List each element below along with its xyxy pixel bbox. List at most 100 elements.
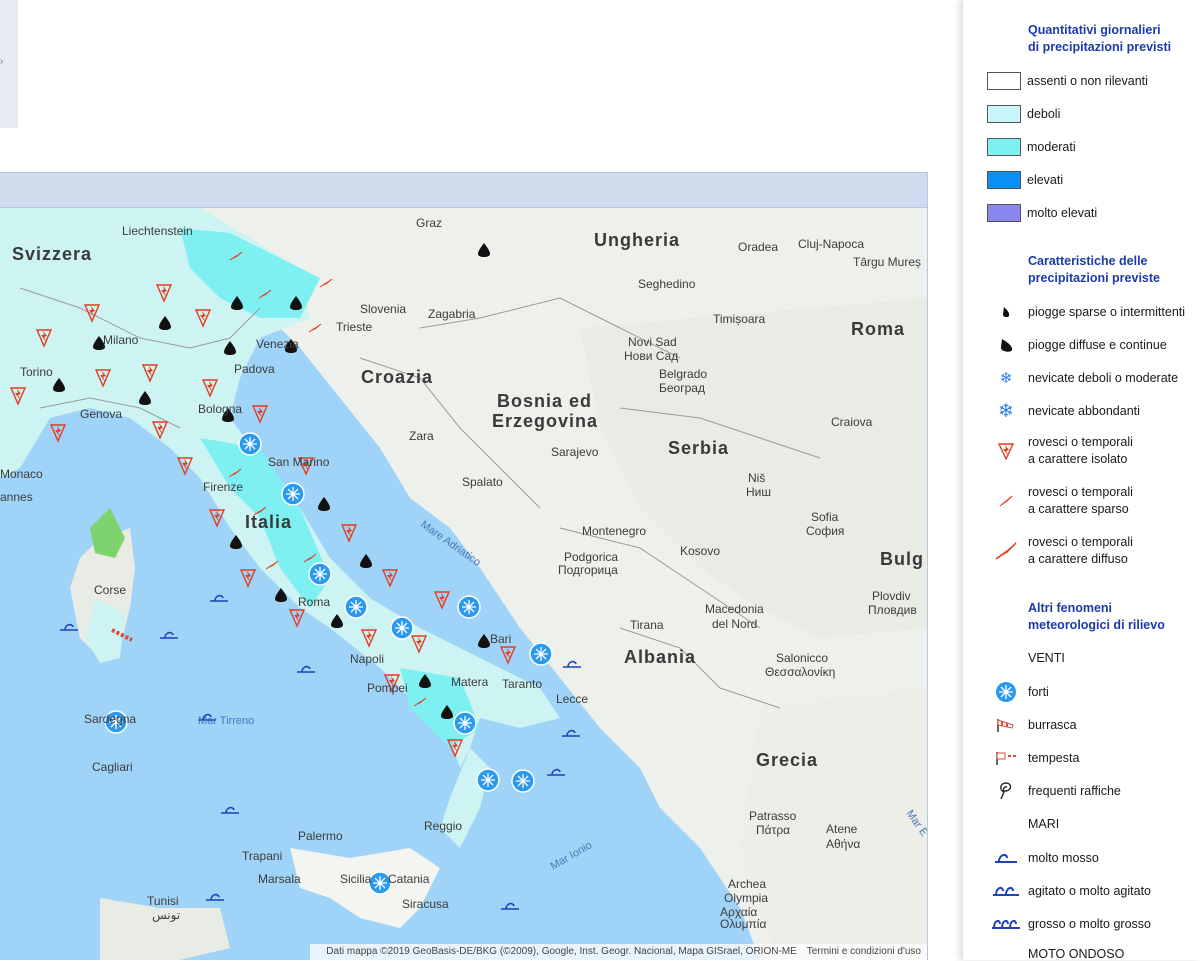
svg-text:Ολυμπία: Ολυμπία — [720, 917, 766, 931]
svg-text:Cagliari: Cagliari — [92, 760, 133, 774]
terms-link[interactable]: Termini e condizioni d'uso — [807, 946, 921, 957]
winds-item: tempesta — [991, 747, 1079, 769]
svg-text:Ungheria: Ungheria — [594, 230, 680, 250]
sea-rough-icon — [991, 847, 1021, 869]
svg-text:Roma: Roma — [851, 319, 905, 339]
svg-text:Bosnia ed: Bosnia ed — [497, 391, 592, 411]
drop-large-icon — [991, 334, 1021, 356]
svg-text:annes: annes — [0, 490, 33, 504]
chevron-left-icon[interactable]: › — [0, 56, 3, 67]
svg-text:Archea: Archea — [728, 877, 766, 891]
svg-text:Bari: Bari — [490, 632, 511, 646]
svg-text:Macedonia: Macedonia — [705, 602, 764, 616]
weather-map[interactable]: Liechtenstein Svizzera Graz Ungheria Ora… — [0, 208, 927, 960]
svg-text:Corse: Corse — [94, 583, 126, 597]
quantity-item: molto elevati — [987, 201, 1097, 225]
svg-text:Niš: Niš — [748, 471, 765, 485]
map-header-bar — [0, 173, 927, 208]
features-item: rovesci o temporali a carattere sparso — [991, 484, 1133, 518]
svg-text:تونس: تونس — [152, 908, 180, 922]
svg-text:Sarajevo: Sarajevo — [551, 445, 599, 459]
thunder-scattered-icon — [991, 490, 1021, 512]
svg-text:Svizzera: Svizzera — [12, 244, 92, 264]
svg-text:Подгорица: Подгорица — [558, 563, 618, 577]
svg-text:Kosovo: Kosovo — [680, 544, 720, 558]
svg-text:Mar Ionio: Mar Ionio — [549, 839, 595, 872]
svg-text:Πάτρα: Πάτρα — [756, 823, 790, 837]
svg-text:Craiova: Craiova — [831, 415, 873, 429]
svg-text:Atene: Atene — [826, 822, 858, 836]
quantity-item: deboli — [987, 102, 1060, 126]
color-swatch — [987, 171, 1021, 189]
features-item: ❄ nevicate deboli o moderate — [991, 367, 1178, 389]
features-item: piogge sparse o intermittenti — [991, 301, 1185, 323]
svg-text:Sardegna: Sardegna — [84, 712, 136, 726]
winds-item: burrasca — [991, 714, 1077, 736]
svg-text:Reggio: Reggio — [424, 819, 462, 833]
thunder-isolated-icon — [991, 440, 1021, 462]
sea-high-icon — [991, 913, 1021, 935]
svg-text:Roma: Roma — [298, 595, 330, 609]
map-frame: Liechtenstein Svizzera Graz Ungheria Ora… — [0, 172, 928, 960]
svg-text:Београд: Београд — [659, 381, 705, 395]
features-item: rovesci o temporali a carattere isolato — [991, 434, 1133, 468]
seas-item: molto mosso — [991, 847, 1099, 869]
features-item: rovesci o temporali a carattere diffuso — [991, 534, 1133, 568]
svg-text:Belgrado: Belgrado — [659, 367, 707, 381]
snowflake-large-icon: ❄ — [998, 400, 1014, 422]
seas-heading: MARI — [1028, 817, 1060, 831]
svg-text:Plovdiv: Plovdiv — [872, 589, 911, 603]
strong-wind-icon — [991, 681, 1021, 703]
svg-text:Sofia: Sofia — [811, 510, 839, 524]
svg-text:Siracusa: Siracusa — [402, 897, 449, 911]
svg-text:Podgorica: Podgorica — [564, 550, 618, 564]
svg-text:Lecce: Lecce — [556, 692, 588, 706]
svg-text:Нови Сад: Нови Сад — [624, 349, 678, 363]
svg-text:Palermo: Palermo — [298, 829, 343, 843]
svg-text:Trapani: Trapani — [242, 849, 282, 863]
svg-text:Padova: Padova — [234, 362, 275, 376]
features-item: ❄ nevicate abbondanti — [991, 400, 1140, 422]
svg-text:Θεσσαλονίκη: Θεσσαλονίκη — [765, 665, 835, 679]
svg-text:Grecia: Grecia — [756, 750, 818, 770]
thunder-diffuse-icon — [991, 540, 1021, 562]
attribution-text: Dati mappa ©2019 GeoBasis-DE/BKG (©2009)… — [326, 946, 797, 957]
winds-item: frequenti raffiche — [991, 780, 1121, 802]
svg-text:Salonicco: Salonicco — [776, 651, 828, 665]
svg-text:Torino: Torino — [20, 365, 53, 379]
svg-text:Αθήνα: Αθήνα — [826, 837, 860, 851]
seas-item: grosso o molto grosso — [991, 913, 1151, 935]
top-left-panel: › — [0, 0, 18, 128]
svg-text:Pompei: Pompei — [367, 681, 408, 695]
svg-text:Zagabria: Zagabria — [428, 307, 476, 321]
svg-text:Spalato: Spalato — [462, 475, 503, 489]
svg-text:Novi Sad: Novi Sad — [628, 335, 677, 349]
color-swatch — [987, 72, 1021, 90]
features-item: piogge diffuse e continue — [991, 334, 1167, 356]
svg-text:Cluj-Napoca: Cluj-Napoca — [798, 237, 864, 251]
color-swatch — [987, 105, 1021, 123]
svg-text:Mar Tirreno: Mar Tirreno — [198, 715, 254, 727]
map-canvas[interactable]: Liechtenstein Svizzera Graz Ungheria Ora… — [0, 208, 927, 960]
svg-text:Croazia: Croazia — [361, 367, 433, 387]
svg-text:Taranto: Taranto — [502, 677, 542, 691]
svg-text:San Marino: San Marino — [268, 455, 330, 469]
winds-heading: VENTI — [1028, 651, 1065, 665]
svg-text:Matera: Matera — [451, 675, 489, 689]
svg-text:Napoli: Napoli — [350, 652, 384, 666]
svg-text:Italia: Italia — [245, 512, 292, 532]
other-title: Altri fenomeni meteorologici di rilievo — [1028, 601, 1165, 632]
svg-text:Patrasso: Patrasso — [749, 809, 797, 823]
svg-text:Slovenia: Slovenia — [360, 302, 406, 316]
svg-text:Timișoara: Timișoara — [713, 312, 766, 326]
svg-text:Zara: Zara — [409, 429, 434, 443]
features-title: Caratteristiche delle precipitazioni prev… — [1028, 254, 1160, 285]
map-attribution: Dati mappa ©2019 GeoBasis-DE/BKG (©2009)… — [310, 944, 927, 960]
waves-heading: MOTO ONDOSO — [1028, 947, 1125, 961]
svg-text:Пловдив: Пловдив — [868, 603, 917, 617]
color-swatch — [987, 138, 1021, 156]
svg-text:София: София — [806, 524, 844, 538]
svg-text:Venezia: Venezia — [256, 337, 299, 351]
svg-text:Tirana: Tirana — [630, 618, 664, 632]
svg-text:Marsala: Marsala — [258, 872, 301, 886]
